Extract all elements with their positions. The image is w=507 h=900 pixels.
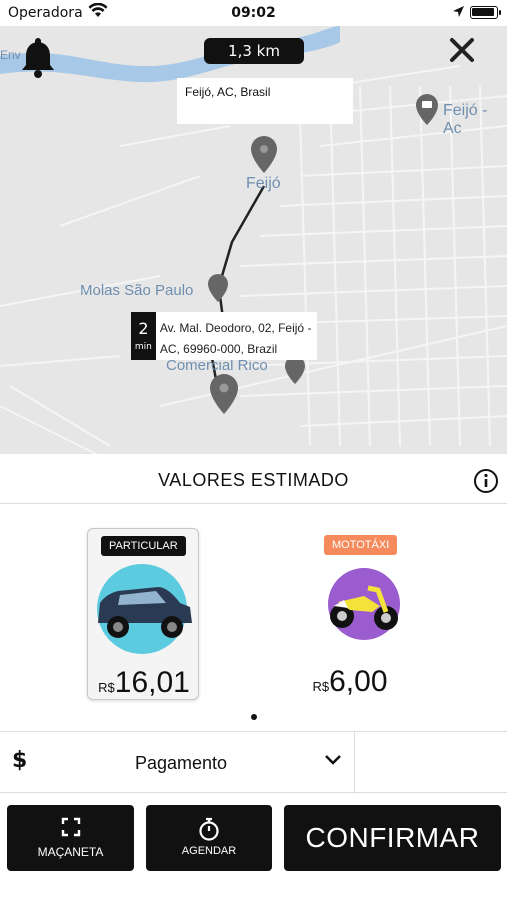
dollar-icon: $ (12, 748, 28, 773)
distance-badge: 1,3 km (204, 38, 304, 64)
estimate-title: VALORES ESTIMADO (158, 470, 349, 490)
payment-divider (354, 732, 355, 794)
currency-mototaxi: R$ (312, 679, 330, 694)
agendar-button[interactable]: AGENDAR (146, 805, 272, 871)
payment-label: Pagamento (135, 753, 228, 773)
eta-value: 2 (138, 319, 149, 338)
battery-icon (470, 6, 501, 19)
stopwatch-icon (199, 817, 219, 841)
agendar-label: AGENDAR (181, 845, 237, 857)
map-label-feijo-poi: Feijó - Ac (443, 102, 488, 137)
ride-options: PARTICULAR R$16,01 MOTOTÁXI R$6,00 (0, 504, 507, 730)
eta-unit: min (134, 342, 152, 352)
option-tag-mototaxi: MOTOTÁXI (324, 535, 398, 555)
macaneta-label: MAÇANETA (37, 845, 104, 859)
chevron-down-icon[interactable] (324, 754, 342, 766)
route-map[interactable]: 1,3 km Feijó, AC, Brasil Env Feijó Feijó… (0, 26, 507, 454)
eta-badge: 2 min (131, 312, 156, 360)
option-particular[interactable]: PARTICULAR R$16,01 (87, 528, 199, 700)
price-value-mototaxi: 6,00 (329, 665, 388, 698)
payment-selector[interactable]: $ Pagamento (0, 731, 507, 794)
bell-icon[interactable] (20, 36, 56, 78)
map-label-feijo: Feijó (246, 175, 281, 192)
close-icon[interactable] (448, 36, 476, 64)
motorcycle-icon (328, 568, 400, 640)
destination-info[interactable]: 2 min Av. Mal. Deodoro, 02, Feijó - AC, … (131, 312, 317, 360)
page-indicator-dot (251, 714, 257, 720)
map-label-env: Env (0, 48, 21, 62)
car-icon (97, 564, 192, 654)
expand-icon (61, 817, 80, 837)
info-icon[interactable] (473, 468, 499, 494)
option-mototaxi[interactable]: MOTOTÁXI R$6,00 (294, 528, 406, 700)
macaneta-button[interactable]: MAÇANETA (7, 805, 134, 871)
status-bar: Operadora 09:02 (0, 0, 507, 26)
option-tag-particular: PARTICULAR (101, 536, 186, 556)
destination-address: Av. Mal. Deodoro, 02, Feijó - AC, 69960-… (159, 321, 312, 356)
estimate-header: VALORES ESTIMADO (0, 454, 507, 504)
clock: 09:02 (231, 5, 276, 21)
currency-particular: R$ (98, 680, 115, 695)
price-particular: R$16,01 (88, 666, 200, 700)
price-mototaxi: R$6,00 (294, 665, 406, 699)
map-label-molas: Molas São Paulo (80, 282, 194, 299)
confirm-button[interactable]: CONFIRMAR (284, 805, 501, 871)
origin-address-label: Feijó, AC, Brasil (177, 78, 353, 124)
price-value-particular: 16,01 (114, 666, 190, 699)
location-arrow-icon (453, 6, 464, 17)
